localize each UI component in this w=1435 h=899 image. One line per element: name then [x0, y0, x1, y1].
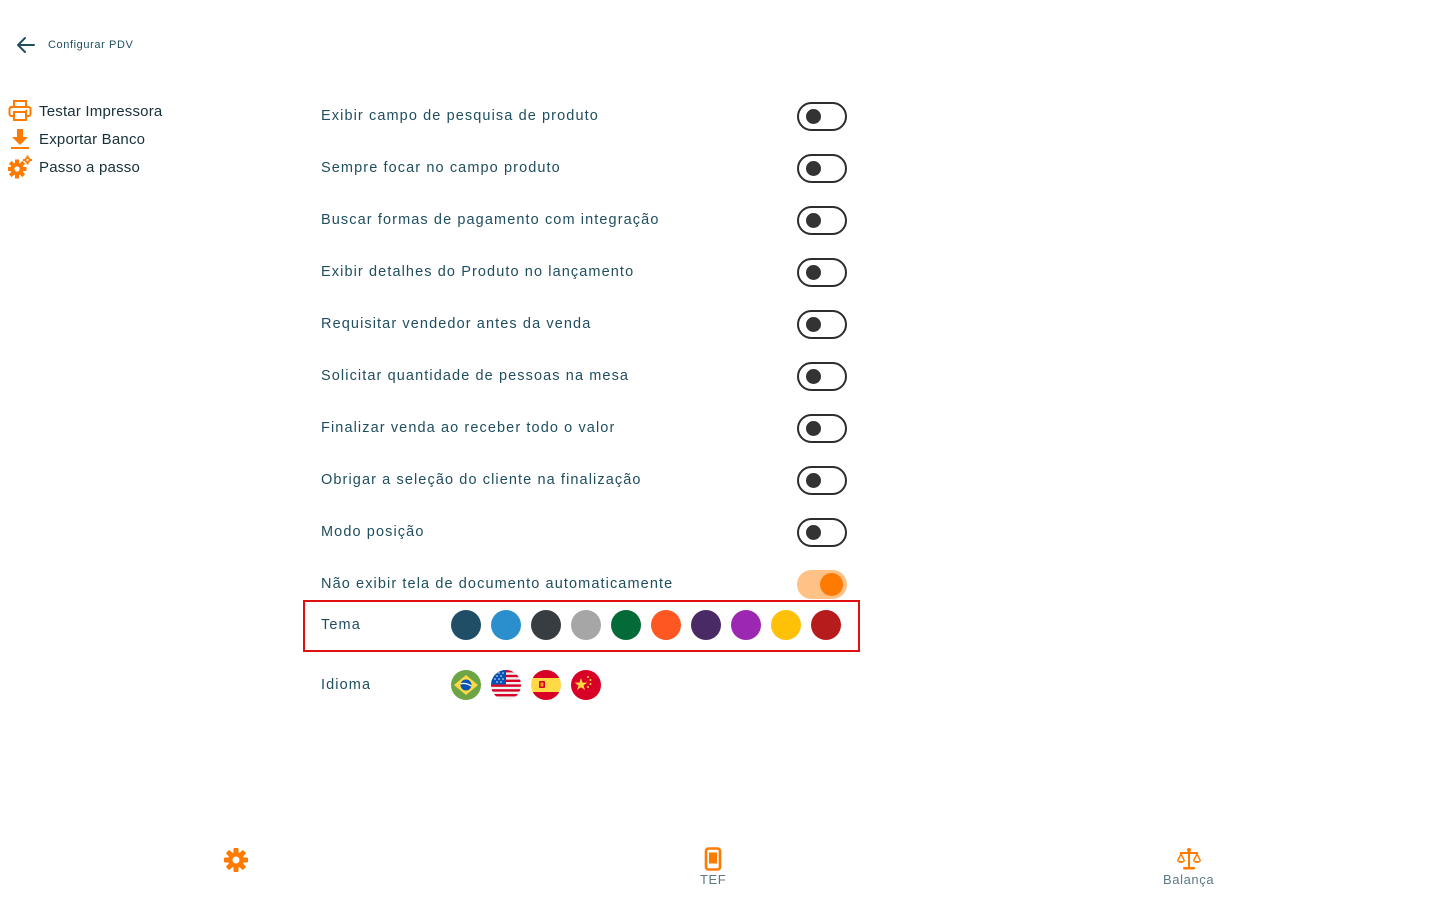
side-item-label: Exportar Banco: [39, 130, 146, 148]
setting-row-request-seller: Requisitar vendedor antes da venda: [321, 298, 851, 350]
setting-label: Modo posição: [321, 524, 425, 540]
theme-swatches: [451, 610, 841, 640]
nav-balance-label: Balança: [1163, 872, 1215, 887]
settings-list: Exibir campo de pesquisa de produto Semp…: [321, 90, 851, 610]
setting-row-focus-product-field: Sempre focar no campo produto: [321, 142, 851, 194]
side-item-label: Testar Impressora: [39, 102, 163, 120]
setting-label: Finalizar venda ao receber todo o valor: [321, 420, 616, 436]
setting-row-product-details: Exibir detalhes do Produto no lançamento: [321, 246, 851, 298]
toggle-show-product-search[interactable]: [797, 101, 847, 131]
gears-icon: [8, 155, 32, 179]
usa-flag-icon[interactable]: [491, 670, 521, 700]
toggle-product-details[interactable]: [797, 257, 847, 287]
theme-swatch[interactable]: [811, 610, 841, 640]
theme-swatch[interactable]: [531, 610, 561, 640]
theme-swatch[interactable]: [731, 610, 761, 640]
printer-icon: [8, 99, 32, 123]
toggle-hide-document-screen[interactable]: [797, 569, 847, 599]
setting-label: Exibir detalhes do Produto no lançamento: [321, 264, 635, 280]
scale-icon: [1176, 848, 1201, 870]
side-item-label: Passo a passo: [39, 158, 140, 176]
phone-icon: [704, 847, 722, 871]
theme-swatch[interactable]: [451, 610, 481, 640]
language-flags: [451, 670, 601, 700]
back-button[interactable]: [14, 34, 38, 56]
side-item-export-database[interactable]: Exportar Banco: [8, 125, 162, 153]
setting-row-show-product-search: Exibir campo de pesquisa de produto: [321, 90, 851, 142]
toggle-focus-product-field[interactable]: [797, 153, 847, 183]
nav-tef-label: TEF: [700, 872, 727, 887]
side-menu: Testar Impressora Exportar Banco Passo a…: [8, 97, 162, 181]
setting-label: Não exibir tela de documento automaticam…: [321, 576, 674, 592]
nav-settings[interactable]: [222, 846, 250, 874]
toggle-position-mode[interactable]: [797, 517, 847, 547]
theme-swatch[interactable]: [491, 610, 521, 640]
theme-swatch[interactable]: [571, 610, 601, 640]
theme-swatch[interactable]: [651, 610, 681, 640]
theme-swatch[interactable]: [691, 610, 721, 640]
header: Configurar PDV: [14, 34, 133, 56]
setting-row-finish-sale: Finalizar venda ao receber todo o valor: [321, 402, 851, 454]
side-item-test-printer[interactable]: Testar Impressora: [8, 97, 162, 125]
side-item-step-by-step[interactable]: Passo a passo: [8, 153, 162, 181]
toggle-payment-integration[interactable]: [797, 205, 847, 235]
setting-label: Exibir campo de pesquisa de produto: [321, 108, 599, 124]
toggle-require-customer[interactable]: [797, 465, 847, 495]
brazil-flag-icon[interactable]: [451, 670, 481, 700]
nav-tef[interactable]: TEF: [700, 847, 726, 887]
nav-balance[interactable]: Balança: [1163, 847, 1214, 887]
language-label: Idioma: [321, 677, 372, 693]
setting-label: Solicitar quantidade de pessoas na mesa: [321, 368, 630, 384]
toggle-finish-sale[interactable]: [797, 413, 847, 443]
setting-row-table-people: Solicitar quantidade de pessoas na mesa: [321, 350, 851, 402]
setting-row-payment-integration: Buscar formas de pagamento com integraçã…: [321, 194, 851, 246]
setting-label: Requisitar vendedor antes da venda: [321, 316, 592, 332]
theme-label: Tema: [321, 617, 361, 633]
setting-label: Sempre focar no campo produto: [321, 160, 561, 176]
toggle-request-seller[interactable]: [797, 309, 847, 339]
arrow-left-icon: [17, 37, 35, 53]
toggle-table-people[interactable]: [797, 361, 847, 391]
download-icon: [8, 127, 32, 151]
page-title: Configurar PDV: [48, 39, 134, 51]
gear-icon: [224, 848, 248, 872]
setting-label: Buscar formas de pagamento com integraçã…: [321, 212, 660, 228]
setting-row-position-mode: Modo posição: [321, 506, 851, 558]
setting-label: Obrigar a seleção do cliente na finaliza…: [321, 472, 642, 488]
china-flag-icon[interactable]: [571, 670, 601, 700]
spain-flag-icon[interactable]: [531, 670, 561, 700]
theme-swatch[interactable]: [611, 610, 641, 640]
theme-swatch[interactable]: [771, 610, 801, 640]
setting-row-require-customer: Obrigar a seleção do cliente na finaliza…: [321, 454, 851, 506]
